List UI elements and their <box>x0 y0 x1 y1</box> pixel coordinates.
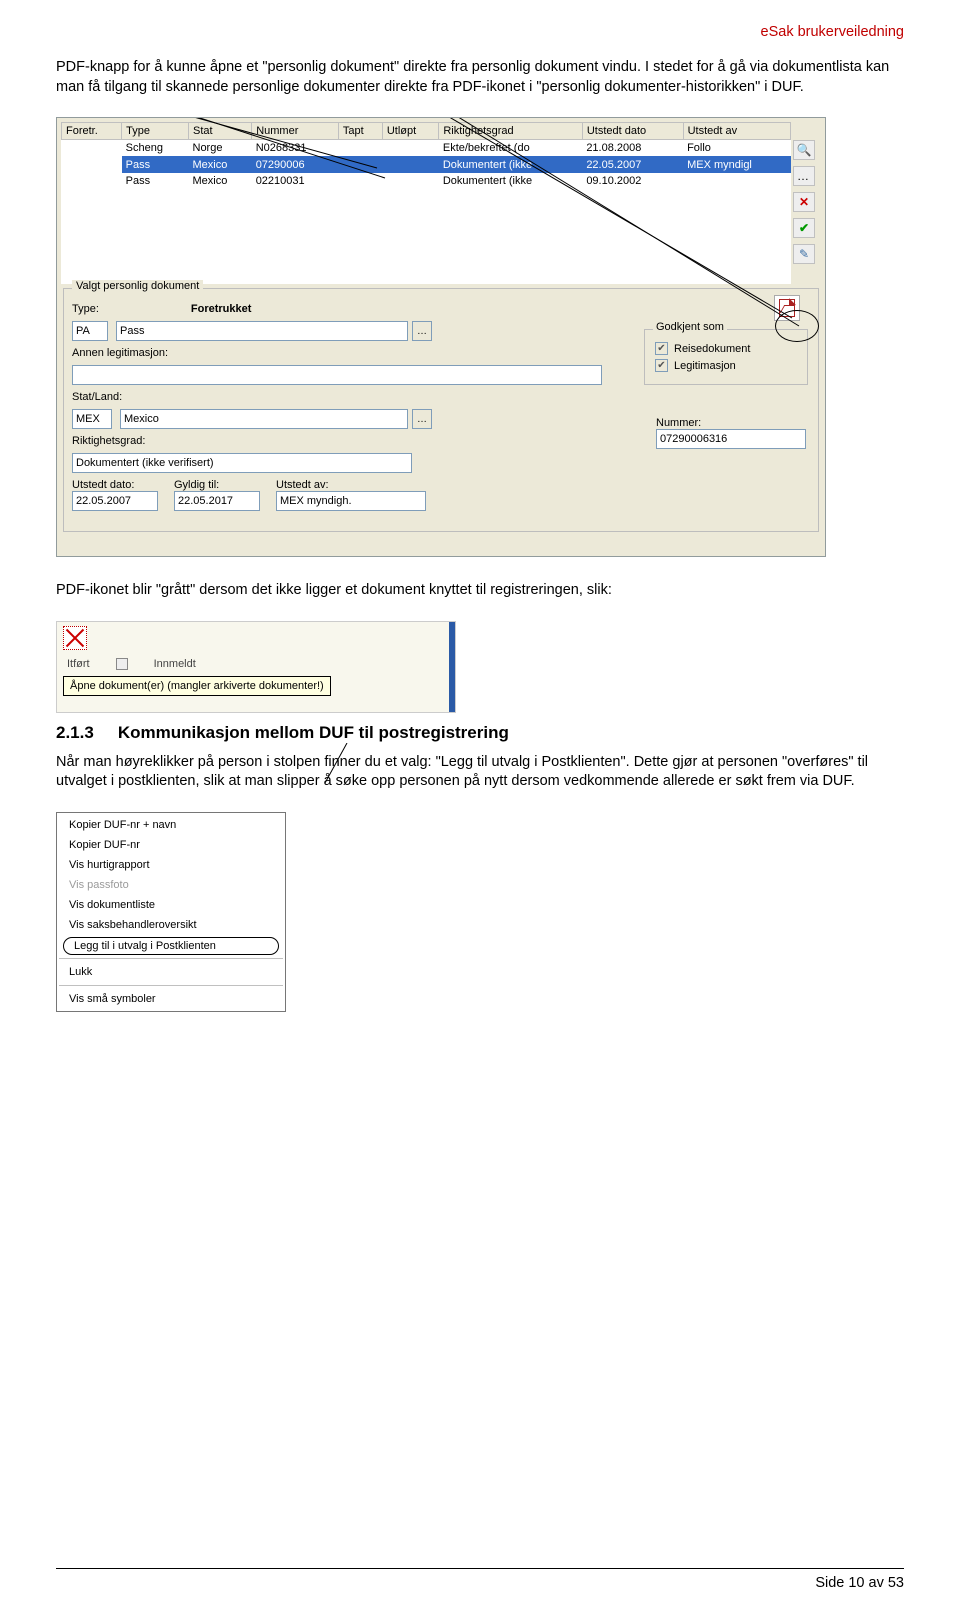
table-row[interactable]: Pass Mexico 02210031 Dokumentert (ikke 0… <box>62 173 791 189</box>
legitimasjon-checkbox[interactable]: ✔ <box>655 359 668 372</box>
menu-item-legg-til-utvalg[interactable]: Legg til i utvalg i Postklienten <box>63 937 279 955</box>
foretrukket-label: Foretrukket <box>191 303 252 315</box>
text-itfort: Itført <box>67 658 90 670</box>
delete-icon[interactable]: ✕ <box>793 192 815 212</box>
screenshot-context-menu: Kopier DUF-nr + navn Kopier DUF-nr Vis h… <box>56 812 286 1012</box>
stat-name-field[interactable] <box>120 409 408 429</box>
paragraph-3: Når man høyreklikker på person i stolpen… <box>56 753 904 792</box>
annen-legitimasjon-field[interactable] <box>72 365 602 385</box>
nummer-label: Nummer: <box>656 417 806 429</box>
type-label: Type: <box>72 303 99 315</box>
menu-item-kopier-dufnr-navn[interactable]: Kopier DUF-nr + navn <box>57 815 285 835</box>
table-row[interactable]: Scheng Norge N0268331 Ekte/bekreftet (do… <box>62 140 791 157</box>
foretrukket-check-icon: ✔ <box>62 156 122 173</box>
panel-legend: Valgt personlig dokument <box>72 280 203 292</box>
col-type[interactable]: Type <box>122 123 189 140</box>
menu-separator <box>59 985 283 986</box>
utstedt-av-label: Utstedt av: <box>276 479 426 491</box>
reisedokument-checkbox[interactable]: ✔ <box>655 342 668 355</box>
godkjent-legend: Godkjent som <box>653 321 727 333</box>
utstedt-dato-label: Utstedt dato: <box>72 479 158 491</box>
type-code-field[interactable] <box>72 321 108 341</box>
section-number: 2.1.3 <box>56 723 94 742</box>
valgt-dokument-panel: Valgt personlig dokument Type: Foretrukk… <box>63 288 819 532</box>
menu-item-hurtigrapport[interactable]: Vis hurtigrapport <box>57 855 285 875</box>
menu-item-kopier-dufnr[interactable]: Kopier DUF-nr <box>57 835 285 855</box>
annen-label: Annen legitimasjon: <box>72 347 168 359</box>
nummer-block: Nummer: <box>656 417 806 449</box>
pdf-icon[interactable] <box>774 295 800 321</box>
menu-item-dokumentliste[interactable]: Vis dokumentliste <box>57 895 285 915</box>
section-title: Kommunikasjon mellom DUF til postregistr… <box>118 723 509 742</box>
footer-rule <box>56 1568 904 1569</box>
reisedokument-label: Reisedokument <box>674 343 750 355</box>
col-tapt[interactable]: Tapt <box>338 123 382 140</box>
riktighet-label: Riktighetsgrad: <box>72 435 145 447</box>
tooltip-missing-doc: Åpne dokument(er) (mangler arkiverte dok… <box>63 676 331 696</box>
search-icon[interactable]: 🔍 <box>793 140 815 160</box>
stat-label: Stat/Land: <box>72 391 122 403</box>
gyldig-field[interactable] <box>174 491 260 511</box>
check-icon[interactable]: ✔ <box>793 218 815 238</box>
stat-code-field[interactable] <box>72 409 112 429</box>
page-header-title: eSak brukerveiledning <box>56 24 904 40</box>
type-name-field[interactable] <box>116 321 408 341</box>
riktighet-field[interactable] <box>72 453 412 473</box>
menu-item-passfoto[interactable]: Vis passfoto <box>57 875 285 895</box>
edit-icon[interactable]: ✎ <box>793 244 815 264</box>
page-footer: Side 10 av 53 <box>815 1575 904 1591</box>
side-toolbar: 🔍 … ✕ ✔ ✎ <box>793 140 819 270</box>
paragraph-1: PDF-knapp for å kunne åpne et "personlig… <box>56 58 904 97</box>
utstedt-av-field[interactable] <box>276 491 426 511</box>
document-table: Foretr. Type Stat Nummer Tapt Utløpt Rik… <box>61 122 791 284</box>
paragraph-2: PDF-ikonet blir "grått" dersom det ikke … <box>56 581 904 601</box>
menu-item-sma-symboler[interactable]: Vis små symboler <box>57 989 285 1009</box>
col-utstedt-dato[interactable]: Utstedt dato <box>582 123 683 140</box>
menu-separator <box>59 958 283 959</box>
screenshot-duf-doclist: Foretr. Type Stat Nummer Tapt Utløpt Rik… <box>56 117 826 557</box>
col-utstedt-av[interactable]: Utstedt av <box>683 123 790 140</box>
nummer-field[interactable] <box>656 429 806 449</box>
col-nummer[interactable]: Nummer <box>252 123 339 140</box>
blue-bar <box>449 622 455 712</box>
godkjent-som-panel: Godkjent som ✔ Reisedokument ✔ Legitimas… <box>644 329 808 385</box>
more-icon[interactable]: … <box>793 166 815 186</box>
table-row-selected[interactable]: ✔ Pass Mexico 07290006 Dokumentert (ikke… <box>62 156 791 173</box>
menu-item-lukk[interactable]: Lukk <box>57 962 285 982</box>
browse-type-button[interactable]: … <box>412 321 432 341</box>
col-foretr[interactable]: Foretr. <box>62 123 122 140</box>
pdf-icon-disabled <box>63 626 87 650</box>
legitimasjon-label: Legitimasjon <box>674 360 736 372</box>
text-innmeldt: Innmeldt <box>154 658 196 670</box>
utstedt-dato-field[interactable] <box>72 491 158 511</box>
browse-stat-button[interactable]: … <box>412 409 432 429</box>
section-heading: 2.1.3 Kommunikasjon mellom DUF til postre… <box>56 723 904 743</box>
menu-item-saksbehandleroversikt[interactable]: Vis saksbehandleroversikt <box>57 915 285 935</box>
col-stat[interactable]: Stat <box>189 123 252 140</box>
gyldig-label: Gyldig til: <box>174 479 260 491</box>
screenshot-pdf-grey: Itført Innmeldt Åpne dokument(er) (mangl… <box>56 621 456 713</box>
col-utlopt[interactable]: Utløpt <box>382 123 439 140</box>
col-riktighet[interactable]: Riktighetsgrad <box>439 123 582 140</box>
